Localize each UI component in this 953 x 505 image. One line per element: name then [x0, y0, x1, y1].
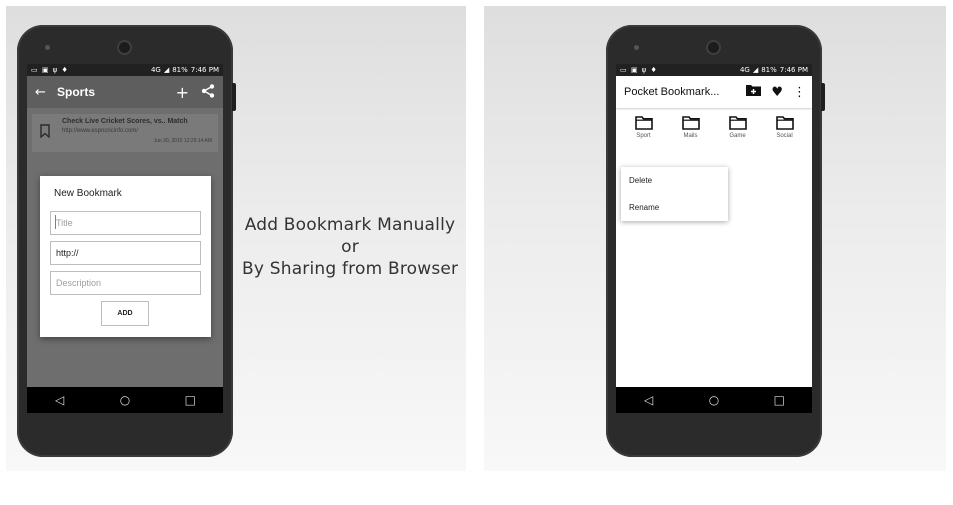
status-bar: ▭ ▣ ψ ♦ 4G ◢ 81% 7:46 PM [616, 64, 812, 76]
nav-recents-icon[interactable]: □ [764, 393, 794, 407]
phone-camera [119, 42, 130, 53]
notification-icons: ▭ ▣ ψ ♦ [31, 66, 69, 74]
bookmark-icon [40, 124, 50, 142]
folder-label: Sport [636, 133, 651, 139]
tagline-line-2: or [341, 237, 359, 257]
time-label: 7:46 PM [190, 66, 219, 74]
phone-right: ▭ ▣ ψ ♦ 4G ◢ 81% 7:46 PM Pocket Bookmark… [606, 25, 825, 457]
text-cursor [55, 215, 56, 229]
nav-back-icon[interactable]: ◁ [634, 393, 664, 407]
folder-icon [634, 116, 653, 130]
network-label: 4G [150, 66, 161, 74]
folder-icon [681, 116, 700, 130]
network-label: 4G [739, 66, 750, 74]
battery-label: 81% [761, 66, 777, 74]
bookmark-title: Check Live Cricket Scores, vs.. Match [62, 118, 188, 125]
phone-left: ▭ ▣ ψ ♦ 4G ◢ 81% 7:46 PM ← Sports + Chec… [17, 25, 236, 457]
url-input[interactable] [50, 241, 201, 265]
folder-label: Social [776, 133, 793, 139]
folder-sport[interactable]: Sport [622, 116, 666, 152]
time-label: 7:46 PM [779, 66, 808, 74]
add-button[interactable]: ADD [101, 301, 149, 326]
nav-recents-icon[interactable]: □ [175, 393, 205, 407]
system-nav-bar: ◁ ○ □ [27, 387, 223, 413]
phone-side-button [821, 83, 825, 111]
folder-plus-icon[interactable] [746, 84, 762, 100]
signal-icon: ◢ [752, 66, 759, 74]
phone-speaker [634, 45, 639, 50]
more-vert-icon[interactable]: ⋮ [793, 85, 806, 100]
right-screen: ▭ ▣ ψ ♦ 4G ◢ 81% 7:46 PM Pocket Bookmark… [616, 64, 812, 413]
folder-icon [775, 116, 794, 130]
status-bar: ▭ ▣ ψ ♦ 4G ◢ 81% 7:46 PM [27, 64, 223, 76]
folder-label: Game [729, 133, 746, 139]
notification-icons: ▭ ▣ ψ ♦ [620, 66, 658, 74]
new-bookmark-dialog: New Bookmark ADD [40, 176, 211, 337]
bookmark-date: Jun 30, 2015 12:29:14 AM [153, 138, 212, 144]
phone-camera [708, 42, 719, 53]
folder-icon [728, 116, 747, 130]
signal-icon: ◢ [163, 66, 170, 74]
tagline-line-1: Add Bookmark Manually [244, 215, 456, 235]
folder-grid: Sport Mails Game Social [616, 116, 812, 152]
promo-scene: Add Bookmark Manually or By Sharing from… [0, 0, 953, 505]
dialog-title: New Bookmark [54, 188, 122, 199]
folder-social[interactable]: Social [763, 116, 807, 152]
left-screen: ▭ ▣ ψ ♦ 4G ◢ 81% 7:46 PM ← Sports + Chec… [27, 64, 223, 413]
description-input[interactable] [50, 271, 201, 295]
heart-icon[interactable]: ♥ [771, 85, 783, 100]
phone-speaker [45, 45, 50, 50]
app-title: Pocket Bookmark... [624, 86, 720, 98]
folder-context-menu: Delete Rename [621, 167, 728, 221]
folder-mails[interactable]: Mails [669, 116, 713, 152]
app-bar: Pocket Bookmark... ♥ ⋮ [616, 76, 812, 108]
title-input[interactable] [50, 211, 201, 235]
menu-item-rename[interactable]: Rename [621, 194, 728, 221]
list-item[interactable]: Check Live Cricket Scores, vs.. Match ht… [32, 114, 218, 152]
nav-home-icon[interactable]: ○ [110, 393, 140, 407]
menu-item-delete[interactable]: Delete [621, 167, 728, 194]
phone-side-button [232, 83, 236, 111]
system-nav-bar: ◁ ○ □ [616, 387, 812, 413]
tagline-line-3: By Sharing from Browser [242, 259, 459, 279]
plus-icon[interactable]: + [176, 83, 189, 102]
app-bar: ← Sports + [27, 76, 223, 108]
folder-game[interactable]: Game [716, 116, 760, 152]
battery-label: 81% [172, 66, 188, 74]
bookmark-url: http://www.espncricinfo.com/ [62, 128, 139, 134]
nav-back-icon[interactable]: ◁ [45, 393, 75, 407]
arrow-left-icon[interactable]: ← [35, 85, 57, 100]
feature-tagline: Add Bookmark Manually or By Sharing from… [242, 214, 458, 280]
nav-home-icon[interactable]: ○ [699, 393, 729, 407]
share-icon[interactable] [201, 83, 215, 102]
page-title: Sports [57, 85, 96, 99]
folder-label: Mails [683, 133, 698, 139]
